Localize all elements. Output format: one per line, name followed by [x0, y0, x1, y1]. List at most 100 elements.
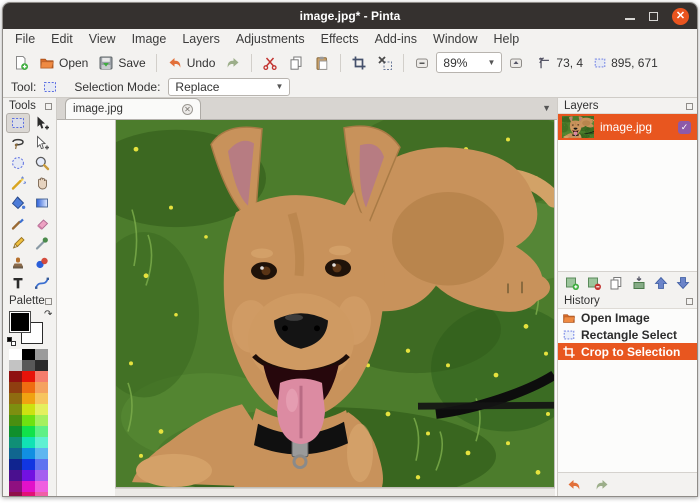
- palette-swatch[interactable]: [9, 437, 22, 448]
- menu-help[interactable]: Help: [485, 30, 527, 48]
- palette-swatch[interactable]: [35, 459, 48, 470]
- maximize-button[interactable]: [649, 12, 658, 21]
- layer-row[interactable]: image.jpg ✓: [558, 114, 697, 140]
- pencil-tool[interactable]: [6, 233, 30, 253]
- palette-swatch[interactable]: [22, 437, 35, 448]
- palette-swatch[interactable]: [9, 470, 22, 481]
- line-curve-tool[interactable]: [30, 273, 54, 293]
- crop-to-selection-button[interactable]: [347, 53, 371, 73]
- palette-swatch[interactable]: [9, 459, 22, 470]
- history-item-open-image[interactable]: Open Image: [558, 309, 697, 326]
- palette-swatch[interactable]: [9, 349, 22, 360]
- copy-button[interactable]: [284, 53, 308, 73]
- palette-swatch[interactable]: [35, 437, 48, 448]
- add-layer-button[interactable]: [562, 274, 581, 292]
- palette-swatch[interactable]: [9, 426, 22, 437]
- menu-view[interactable]: View: [81, 30, 124, 48]
- palette-swatch[interactable]: [9, 371, 22, 382]
- move-layer-up-button[interactable]: [651, 274, 670, 292]
- palette-swatch[interactable]: [22, 404, 35, 415]
- move-layer-down-button[interactable]: [674, 274, 693, 292]
- menu-edit[interactable]: Edit: [43, 30, 81, 48]
- swap-colors-icon[interactable]: ↷: [44, 309, 52, 320]
- menu-window[interactable]: Window: [425, 30, 485, 48]
- merge-layer-down-button[interactable]: [629, 274, 648, 292]
- duplicate-layer-button[interactable]: [607, 274, 626, 292]
- palette-swatch[interactable]: [22, 481, 35, 492]
- palette-swatch[interactable]: [9, 481, 22, 492]
- reset-colors-icon[interactable]: [7, 337, 16, 346]
- move-selected-tool[interactable]: [30, 113, 54, 133]
- palette-swatch[interactable]: [35, 426, 48, 437]
- palette-swatch[interactable]: [35, 382, 48, 393]
- detach-panel-icon[interactable]: [45, 103, 52, 110]
- selection-mode-combo[interactable]: Replace ▼: [168, 78, 290, 96]
- history-item-crop-to-selection[interactable]: Crop to Selection: [558, 343, 697, 360]
- zoom-to-window-button[interactable]: [504, 53, 528, 73]
- save-button[interactable]: Save: [94, 53, 149, 73]
- palette-swatch[interactable]: [9, 448, 22, 459]
- palette-swatch[interactable]: [9, 393, 22, 404]
- palette-swatch[interactable]: [22, 492, 35, 496]
- cut-button[interactable]: [258, 53, 282, 73]
- history-item-rectangle-select[interactable]: Rectangle Select: [558, 326, 697, 343]
- magic-wand-tool[interactable]: [6, 173, 30, 193]
- history-undo-icon[interactable]: [566, 477, 582, 493]
- palette-swatch[interactable]: [22, 382, 35, 393]
- palette-swatch[interactable]: [22, 349, 35, 360]
- paintbrush-tool[interactable]: [6, 213, 30, 233]
- gradient-tool[interactable]: [30, 193, 54, 213]
- minimize-button[interactable]: [625, 18, 635, 20]
- palette-swatch[interactable]: [35, 371, 48, 382]
- paint-bucket-tool[interactable]: [6, 193, 30, 213]
- layer-visibility-checkbox[interactable]: ✓: [678, 121, 691, 134]
- tab-close-icon[interactable]: ✕: [182, 104, 193, 115]
- rectangle-select-tool[interactable]: [6, 113, 30, 133]
- menu-addins[interactable]: Add-ins: [367, 30, 425, 48]
- paste-button[interactable]: [310, 53, 334, 73]
- canvas-image[interactable]: [115, 120, 555, 488]
- menu-adjustments[interactable]: Adjustments: [228, 30, 313, 48]
- ellipse-select-tool[interactable]: [6, 153, 30, 173]
- menu-layers[interactable]: Layers: [174, 30, 228, 48]
- palette-swatch[interactable]: [35, 481, 48, 492]
- palette-swatch[interactable]: [9, 492, 22, 496]
- palette-swatch[interactable]: [9, 360, 22, 371]
- close-button[interactable]: ✕: [672, 8, 689, 25]
- detach-panel-icon[interactable]: [45, 298, 52, 305]
- new-image-button[interactable]: [9, 53, 33, 73]
- palette-swatch[interactable]: [22, 470, 35, 481]
- delete-layer-button[interactable]: [584, 274, 603, 292]
- palette-swatch[interactable]: [9, 404, 22, 415]
- clone-stamp-tool[interactable]: [6, 253, 30, 273]
- deselect-button[interactable]: [373, 53, 397, 73]
- palette-swatch[interactable]: [22, 371, 35, 382]
- zoom-tool[interactable]: [30, 153, 54, 173]
- open-button[interactable]: Open: [35, 53, 92, 73]
- tab-image[interactable]: image.jpg ✕: [65, 98, 201, 119]
- tab-list-chevron-icon[interactable]: ▼: [542, 103, 551, 113]
- palette-swatch[interactable]: [22, 426, 35, 437]
- primary-color-swatch[interactable]: [9, 311, 31, 333]
- palette-swatch[interactable]: [35, 393, 48, 404]
- horizontal-scrollbar[interactable]: [115, 488, 555, 496]
- palette-swatch[interactable]: [22, 448, 35, 459]
- detach-panel-icon[interactable]: [686, 103, 693, 110]
- pan-tool[interactable]: [30, 173, 54, 193]
- menu-file[interactable]: File: [7, 30, 43, 48]
- palette-swatch[interactable]: [35, 415, 48, 426]
- zoom-level-combo[interactable]: 89% ▼: [436, 52, 502, 73]
- move-selection-tool[interactable]: [30, 133, 54, 153]
- palette-swatch[interactable]: [35, 360, 48, 371]
- palette-swatch[interactable]: [22, 360, 35, 371]
- lasso-select-tool[interactable]: [6, 133, 30, 153]
- palette-swatch[interactable]: [35, 470, 48, 481]
- color-picker-tool[interactable]: [30, 233, 54, 253]
- history-redo-icon[interactable]: [594, 477, 610, 493]
- detach-panel-icon[interactable]: [686, 298, 693, 305]
- palette-swatch[interactable]: [9, 382, 22, 393]
- palette-swatch[interactable]: [35, 492, 48, 496]
- menu-effects[interactable]: Effects: [313, 30, 367, 48]
- menu-image[interactable]: Image: [124, 30, 175, 48]
- palette-swatch[interactable]: [35, 349, 48, 360]
